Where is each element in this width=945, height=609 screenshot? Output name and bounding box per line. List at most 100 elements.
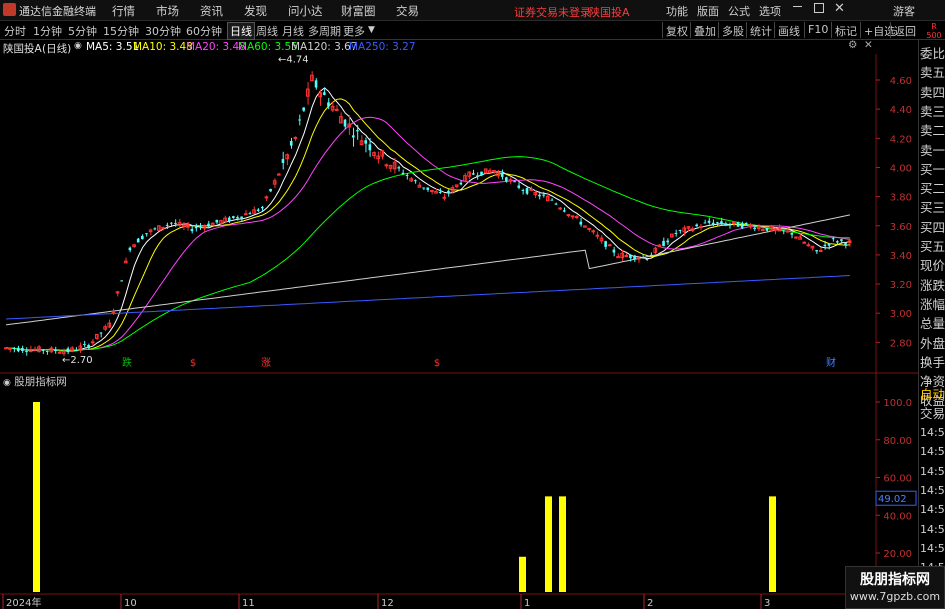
watermark-url: www.7gpzb.com [849, 590, 941, 603]
candle-body [165, 224, 169, 226]
app-title: 通达信金融终端 [19, 5, 96, 18]
period-weekly[interactable]: 周线 [256, 23, 278, 39]
candle-body [198, 226, 202, 228]
menu-hangqing[interactable]: 行情 [112, 3, 135, 19]
chevron-down-icon[interactable]: ▼ [368, 25, 375, 35]
candle-body [281, 159, 285, 163]
candle-body [397, 167, 401, 169]
candle-body [529, 188, 533, 191]
indicator-toggle-icon[interactable]: ◉ [3, 378, 11, 388]
candle-body [111, 310, 116, 313]
side-item-11: 现价 [920, 258, 945, 274]
menu-wenxiaoda[interactable]: 问小达 [288, 3, 323, 19]
period-5min[interactable]: 5分钟 [68, 23, 97, 39]
period-15min[interactable]: 15分钟 [103, 23, 139, 39]
btn-fuquan[interactable]: 复权 [662, 22, 691, 38]
side-item-14: 总量 [920, 316, 945, 332]
kline-chart[interactable]: ←4.74 ←2.70 4.60 4.40 4.20 4.00 3.80 3.60 3.40 3… [0, 54, 918, 609]
candle-body [715, 222, 719, 224]
price-axis-label: 3.60 [890, 222, 912, 233]
candle-body [41, 349, 45, 351]
btn-huaxian[interactable]: 画线 [774, 22, 803, 38]
event-marker: 财 [826, 356, 836, 369]
candle-body [550, 199, 554, 201]
event-marker: 跌 [122, 356, 132, 369]
period-1min[interactable]: 1分钟 [33, 23, 62, 39]
candle-body [666, 240, 669, 243]
panel-close-icon[interactable]: ✕ [864, 39, 873, 51]
candle-body [57, 351, 62, 354]
candle-body [277, 173, 281, 176]
quote-side-panel: R 500 委比 卖五 卖四 卖三 卖二 卖一 买一 买二 买三 买四 买五 现价 涨跌 涨幅 总量 外盘 换手… [918, 22, 945, 609]
candle-body [66, 348, 70, 353]
btn-diejia[interactable]: 叠加 [690, 22, 719, 38]
candle-body [480, 171, 483, 176]
menu-shichang[interactable]: 市场 [156, 3, 179, 19]
candle-body [554, 203, 558, 205]
candle-body [765, 227, 769, 231]
sys-gongshi[interactable]: 公式 [728, 3, 750, 19]
event-marker: $ [434, 358, 440, 369]
login-status[interactable]: 证券交易未登录 [514, 4, 591, 20]
side-item-12: 涨跌 [920, 277, 945, 293]
sys-banmian[interactable]: 版面 [697, 3, 719, 19]
candle-body [525, 188, 529, 194]
period-30min[interactable]: 30分钟 [145, 23, 181, 39]
menu-zixun[interactable]: 资讯 [200, 3, 223, 19]
sys-xuanxiang[interactable]: 选项 [759, 3, 781, 19]
period-daily[interactable]: 日线 [227, 22, 255, 40]
close-icon[interactable]: ✕ [834, 1, 845, 16]
candle-body [327, 102, 330, 107]
candle-body [538, 194, 541, 197]
btn-duogu[interactable]: 多股 [718, 22, 747, 38]
auto-label[interactable]: 自动 [920, 385, 945, 404]
minimize-icon[interactable] [793, 6, 802, 7]
watermark-title: 股朋指标网 [860, 572, 930, 588]
period-60min[interactable]: 60分钟 [186, 23, 222, 39]
btn-tongji[interactable]: 统计 [746, 22, 775, 38]
btn-back[interactable]: 返回 [890, 22, 919, 38]
menu-faxian[interactable]: 发现 [244, 3, 267, 19]
candle-body [823, 244, 827, 247]
candle-body [604, 241, 607, 247]
tick-time: 14:56 [920, 503, 945, 517]
candle-body [574, 216, 579, 219]
menu-caifuquan[interactable]: 财富圈 [341, 3, 376, 19]
tick-time: 14:56 [920, 464, 945, 478]
side-item-8: 买三 [920, 200, 945, 216]
info-toggle-icon[interactable]: ◉ [74, 41, 82, 51]
sys-gongneng[interactable]: 功能 [666, 3, 688, 19]
candle-body [227, 217, 231, 222]
candle-body [21, 347, 24, 351]
candle-body [232, 216, 235, 219]
period-more[interactable]: 更多 [343, 23, 365, 39]
candle-body [190, 229, 194, 232]
trade-label[interactable]: 交易 [920, 404, 945, 423]
candle-body [207, 223, 210, 227]
candle-body [368, 144, 372, 151]
candle-body [236, 217, 239, 219]
period-monthly[interactable]: 月线 [282, 23, 304, 39]
side-item-16: 换手 [920, 354, 945, 370]
tick-time: 14:56 [920, 541, 945, 555]
candle-body [422, 187, 425, 189]
btn-biaoji[interactable]: 标记 [831, 22, 860, 38]
candle-body [248, 213, 252, 215]
date-axis-label: 10 [124, 598, 137, 609]
maximize-icon[interactable] [814, 3, 824, 13]
candle-body [471, 173, 475, 175]
candle-body [334, 108, 339, 111]
settings-gear-icon[interactable]: ⚙ [848, 39, 857, 51]
guest-label[interactable]: 游客 [893, 3, 915, 19]
period-multi[interactable]: 多周期 [308, 23, 341, 39]
period-fenshi[interactable]: 分时 [4, 23, 26, 39]
candle-body [8, 347, 12, 350]
side-item-15: 外盘 [920, 335, 945, 351]
price-axis-label: 4.40 [890, 105, 912, 116]
price-axis-label: 4.20 [890, 134, 912, 145]
btn-f10[interactable]: F10 [804, 22, 831, 38]
candle-body [12, 348, 16, 350]
candle-body [447, 190, 450, 194]
candle-body [844, 242, 847, 245]
menu-jiaoyi[interactable]: 交易 [396, 3, 419, 19]
